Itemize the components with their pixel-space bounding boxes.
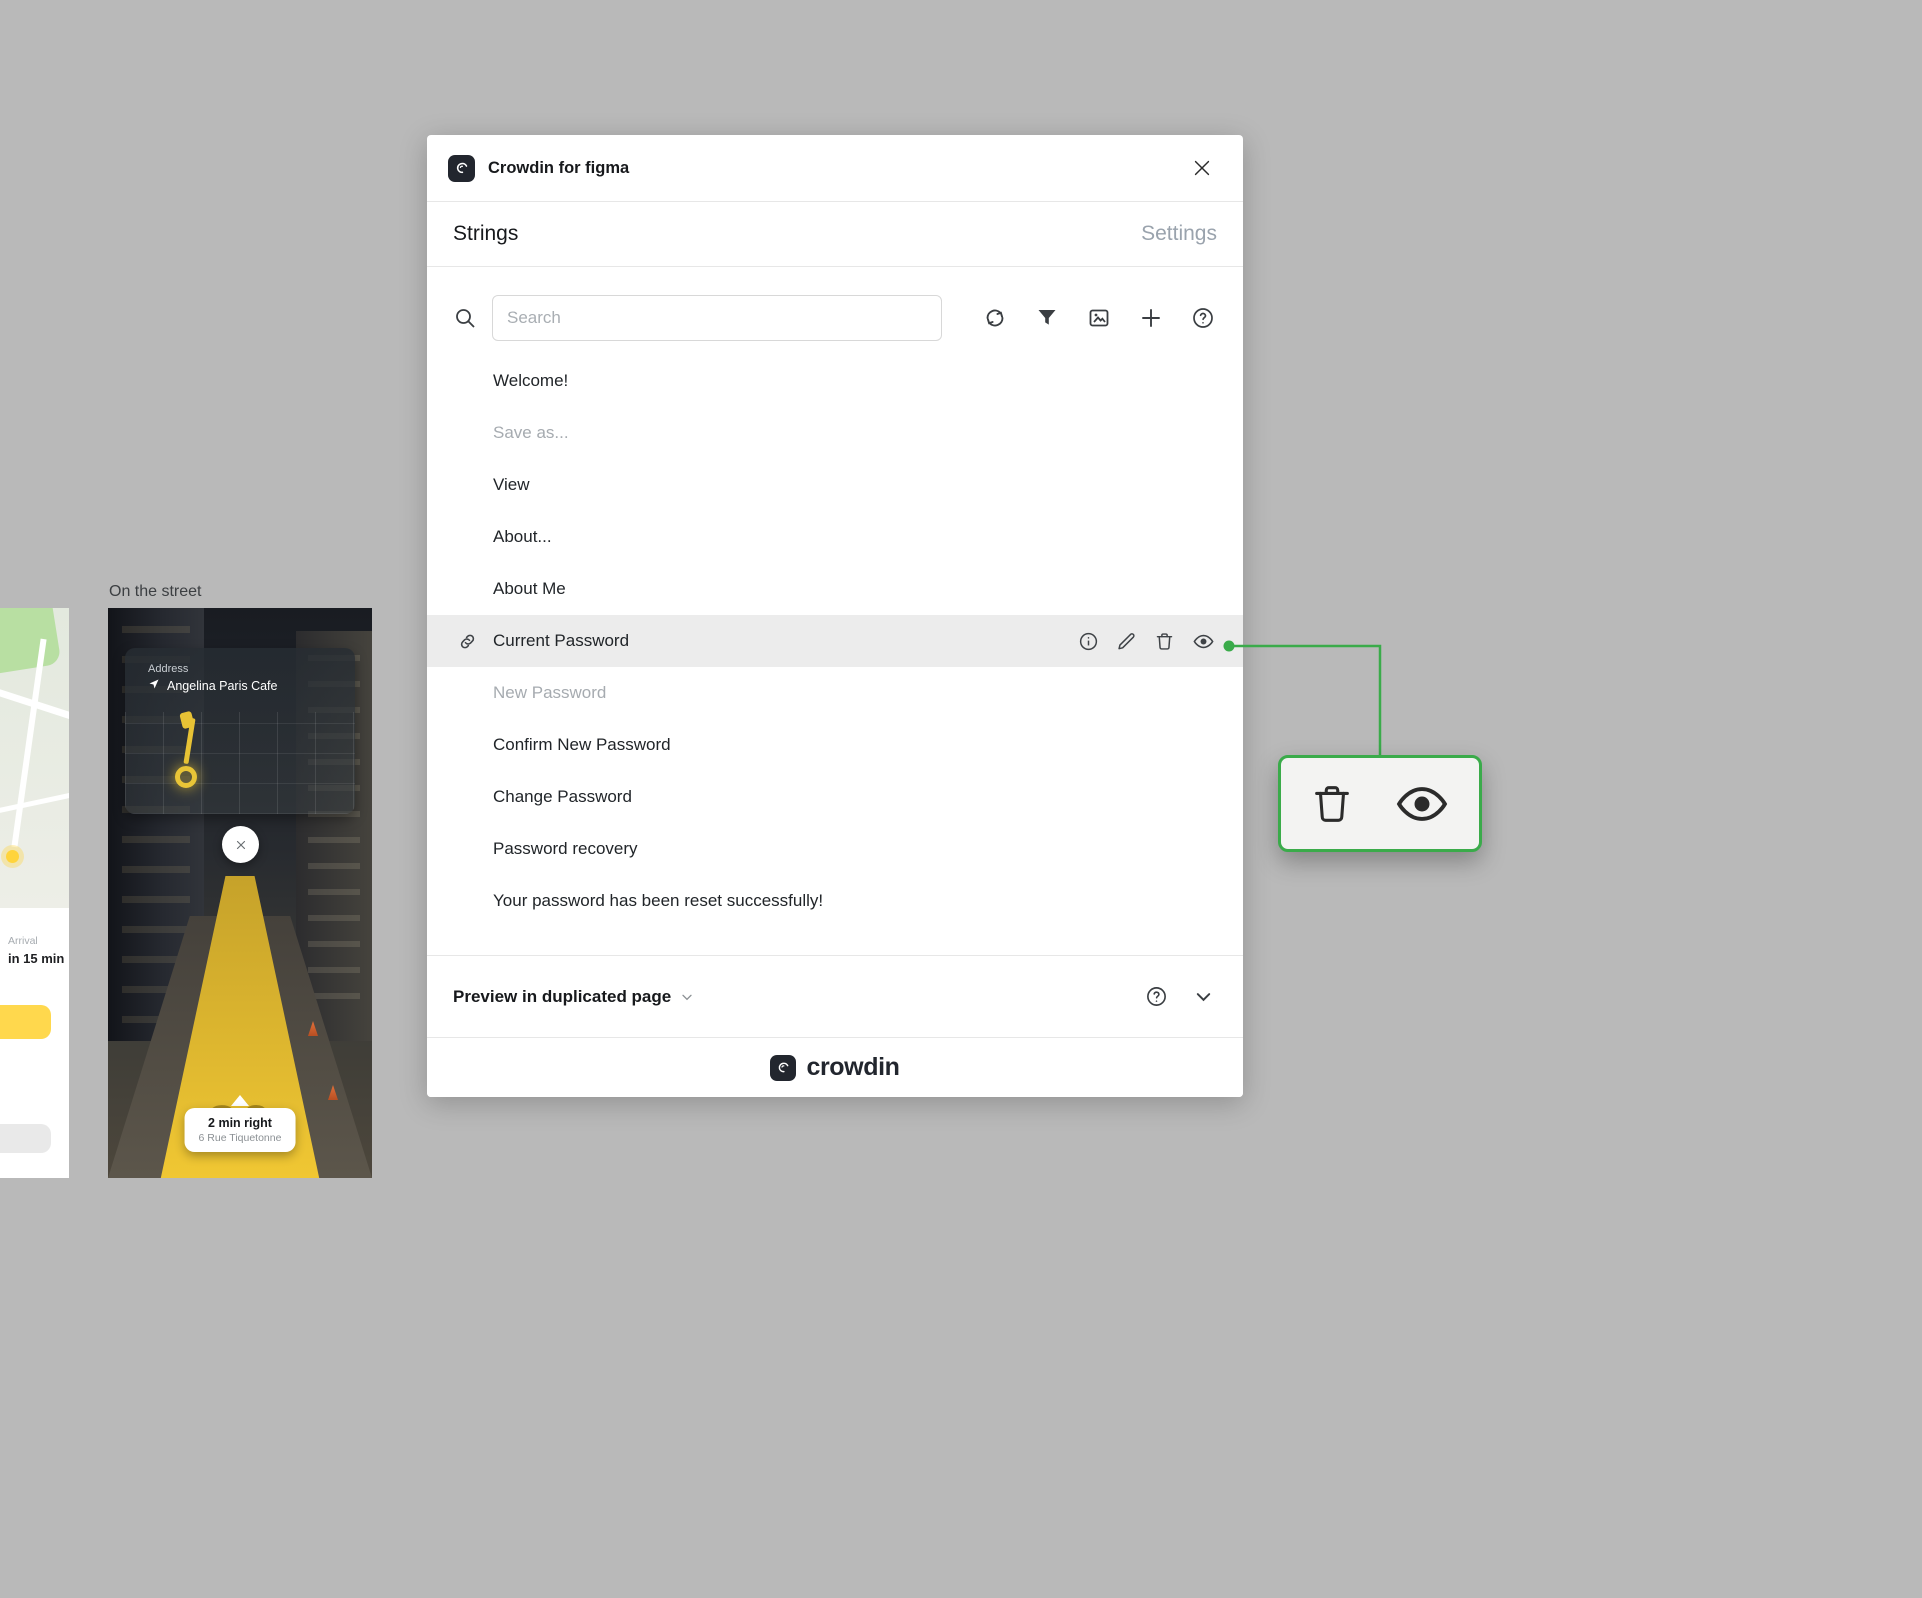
list-item[interactable]: Save as... — [427, 407, 1243, 459]
modal-header: Crowdin for figma — [427, 135, 1243, 202]
search-icon — [453, 306, 477, 330]
list-item[interactable]: Welcome! — [427, 355, 1243, 407]
direction-title: 2 min right — [208, 1116, 272, 1130]
refresh-icon[interactable] — [983, 306, 1007, 330]
map-park-area — [0, 608, 62, 676]
address-card: Address Angelina Paris Cafe — [125, 648, 355, 814]
string-label: Save as... — [493, 423, 569, 442]
link-icon — [458, 632, 477, 651]
address-label: Address — [148, 663, 189, 675]
list-item[interactable]: About Me — [427, 563, 1243, 615]
modal-title: Crowdin for figma — [488, 158, 630, 177]
string-label: About Me — [493, 579, 566, 598]
preview-eye-icon[interactable] — [1192, 630, 1215, 653]
frame-label[interactable]: On the street — [109, 583, 202, 601]
direction-subtitle: 6 Rue Tiquetonne — [198, 1132, 282, 1144]
primary-action-pill — [0, 1005, 51, 1039]
map-road — [0, 785, 69, 816]
help-icon[interactable] — [1191, 306, 1215, 330]
list-item[interactable]: View — [427, 459, 1243, 511]
address-value: Angelina Paris Cafe — [167, 678, 278, 693]
string-label: Welcome! — [493, 371, 569, 390]
info-icon[interactable] — [1078, 631, 1099, 652]
close-icon[interactable] — [1191, 157, 1213, 179]
current-location-dot — [175, 766, 197, 788]
figma-canvas: Arrival in 15 min On the street 20 Addre… — [0, 0, 1922, 1598]
arrival-value: in 15 min — [8, 951, 65, 966]
navigation-arrow-icon — [148, 678, 160, 693]
list-item[interactable]: Change Password — [427, 771, 1243, 823]
secondary-action-pill — [0, 1124, 51, 1153]
add-string-icon[interactable] — [1139, 306, 1163, 330]
arrival-frame[interactable]: Arrival in 15 min — [0, 608, 69, 1178]
strings-list: Welcome! Save as... View About... About … — [427, 355, 1243, 927]
string-label: View — [493, 475, 530, 494]
tab-settings[interactable]: Settings — [1141, 222, 1217, 246]
delete-icon[interactable] — [1309, 781, 1355, 827]
crowdin-logo — [448, 154, 475, 182]
filter-icon[interactable] — [1035, 306, 1059, 330]
list-item[interactable]: New Password — [427, 667, 1243, 719]
preview-eye-icon[interactable] — [1393, 775, 1451, 833]
export-image-icon[interactable] — [1087, 306, 1111, 330]
preview-expander[interactable]: Preview in duplicated page — [453, 987, 695, 1007]
delete-icon[interactable] — [1154, 631, 1175, 652]
crowdin-logo — [770, 1054, 797, 1081]
direction-arrow — [231, 1095, 249, 1106]
direction-card: 2 min right 6 Rue Tiquetonne — [184, 1108, 296, 1152]
preview-label: Preview in duplicated page — [453, 986, 672, 1006]
crowdin-plugin-modal: Crowdin for figma Strings Settings Searc… — [427, 135, 1243, 1097]
map-pin — [6, 850, 19, 863]
edit-icon[interactable] — [1116, 631, 1137, 652]
list-item[interactable]: Confirm New Password — [427, 719, 1243, 771]
string-label: Current Password — [493, 631, 630, 650]
string-label: Change Password — [493, 787, 632, 806]
crowdin-wordmark: crowdin — [806, 1053, 900, 1081]
collapse-chevron-icon[interactable] — [1192, 985, 1215, 1008]
close-navigation-button — [222, 826, 259, 863]
arrival-label: Arrival — [8, 935, 38, 947]
search-input[interactable] — [492, 295, 942, 341]
string-label: Confirm New Password — [493, 735, 671, 754]
mini-map — [0, 608, 69, 908]
string-label: Your password has been reset successfull… — [493, 891, 824, 910]
string-label: Password recovery — [493, 839, 638, 858]
chevron-down-icon — [679, 989, 695, 1005]
list-item[interactable]: About... — [427, 511, 1243, 563]
string-label: New Password — [493, 683, 607, 702]
brand-bar: crowdin — [427, 1037, 1243, 1097]
string-label: About... — [493, 527, 552, 546]
street-frame[interactable]: 20 Address Angelina Paris Cafe 2 min rig… — [108, 608, 372, 1178]
modal-footer: Preview in duplicated page — [427, 955, 1243, 1037]
tab-strings[interactable]: Strings — [453, 222, 518, 246]
help-icon[interactable] — [1145, 985, 1168, 1008]
list-item[interactable]: Password recovery — [427, 823, 1243, 875]
toolbar — [427, 295, 1243, 341]
list-item[interactable]: Current Password — [427, 615, 1243, 667]
tabs-row: Strings Settings — [427, 202, 1243, 267]
list-item[interactable]: Your password has been reset successfull… — [427, 875, 1243, 927]
address-mini-map — [125, 710, 355, 814]
actions-zoom-callout — [1278, 755, 1482, 852]
